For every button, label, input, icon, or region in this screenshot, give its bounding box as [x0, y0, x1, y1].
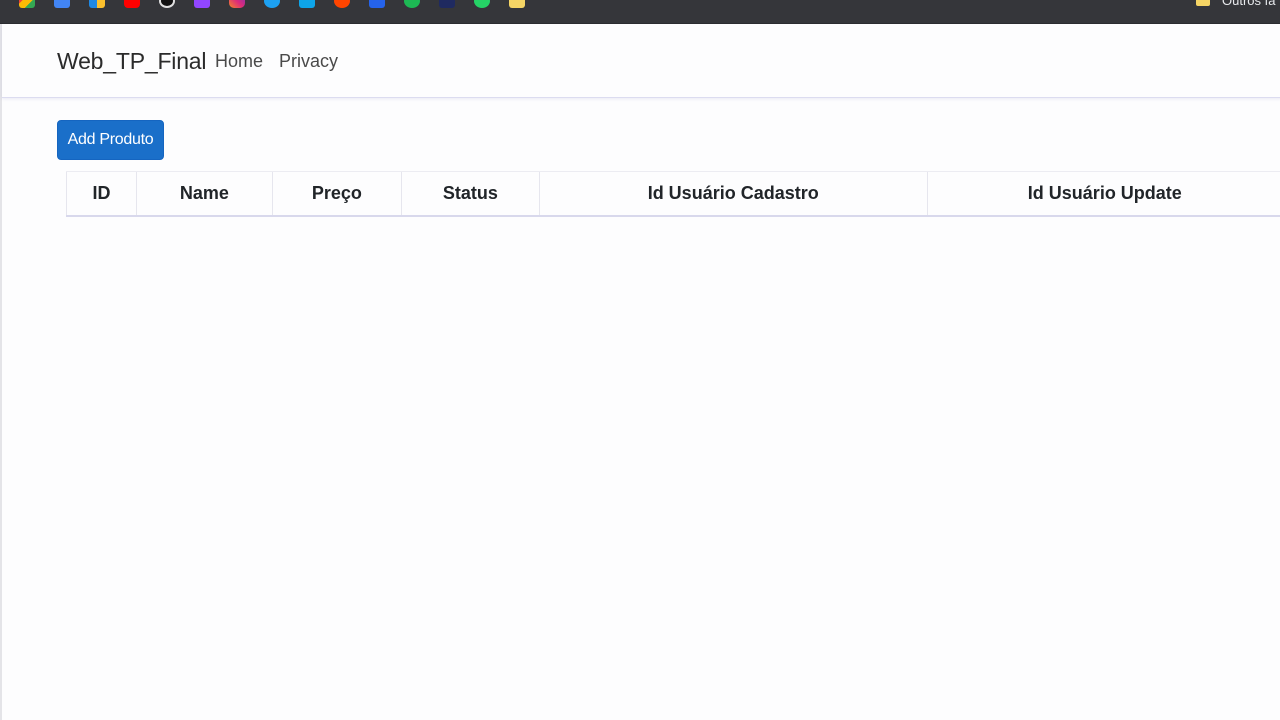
translate-icon[interactable] — [369, 0, 385, 8]
nhl-icon[interactable] — [439, 0, 455, 8]
table-header-row: ID Name Preço Status Id Usuário Cadastro… — [66, 171, 1280, 217]
other-bookmarks-folder-icon[interactable] — [1196, 0, 1210, 6]
other-bookmarks-label[interactable]: Outros fa — [1222, 0, 1275, 8]
whatsapp-icon[interactable] — [474, 0, 490, 8]
twitch-icon[interactable] — [194, 0, 210, 8]
products-table: ID Name Preço Status Id Usuário Cadastro… — [66, 171, 1280, 217]
bookmarks-bar: Outros fa — [0, 0, 1280, 24]
column-header-status[interactable]: Status — [400, 171, 540, 217]
github-icon[interactable] — [159, 0, 175, 8]
column-header-id-usuario-update[interactable]: Id Usuário Update — [926, 171, 1280, 217]
add-produto-button[interactable]: Add Produto — [57, 120, 164, 160]
column-header-name[interactable]: Name — [135, 171, 273, 217]
nav-link-home[interactable]: Home — [215, 51, 263, 72]
trello-icon[interactable] — [299, 0, 315, 8]
app-page: Web_TP_Final Home Privacy Add Produto ID… — [0, 24, 1280, 720]
column-header-id-usuario-cadastro[interactable]: Id Usuário Cadastro — [538, 171, 928, 217]
reddit-icon[interactable] — [334, 0, 350, 8]
nav-link-privacy[interactable]: Privacy — [279, 51, 338, 72]
folder-icon[interactable] — [509, 0, 525, 8]
gmail-icon[interactable] — [19, 0, 35, 8]
navbar: Web_TP_Final Home Privacy — [2, 24, 1280, 98]
instagram-icon[interactable] — [229, 0, 245, 8]
twitter-icon[interactable] — [264, 0, 280, 8]
column-header-preco[interactable]: Preço — [271, 171, 402, 217]
spotify-icon[interactable] — [404, 0, 420, 8]
drive-icon[interactable] — [89, 0, 105, 8]
calendar-icon[interactable] — [54, 0, 70, 8]
column-header-id[interactable]: ID — [66, 171, 137, 217]
youtube-icon[interactable] — [124, 0, 140, 8]
brand-link[interactable]: Web_TP_Final — [57, 48, 207, 75]
